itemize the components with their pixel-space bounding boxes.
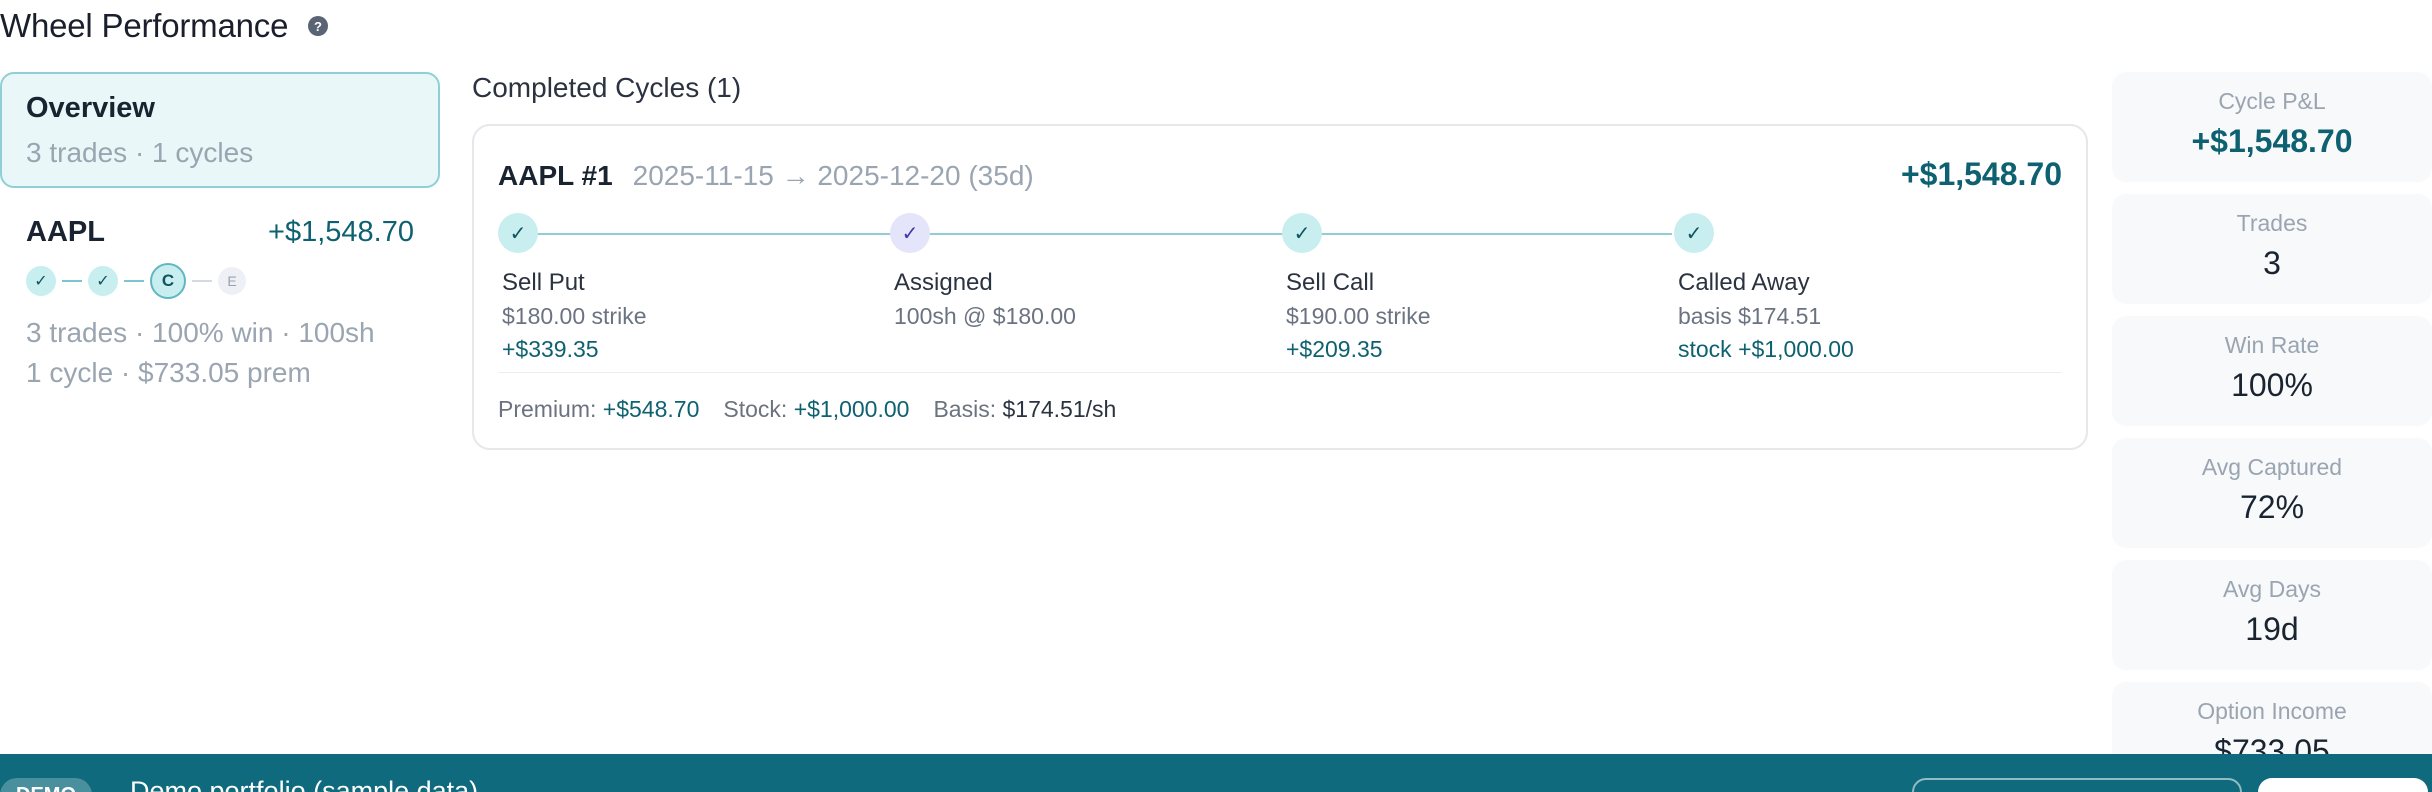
step-detail: basis $174.51 [1678, 303, 1822, 329]
step-assigned: ✓ Assigned 100sh @ $180.00 [890, 213, 1270, 330]
basis-summary: Basis: $174.51/sh [933, 396, 1116, 423]
step-connector [62, 280, 82, 282]
step-detail: 100sh @ $180.00 [894, 303, 1076, 329]
stat-value: 19d [2245, 611, 2299, 647]
cycle-summary: Premium: +$548.70 Stock: +$1,000.00 Basi… [498, 396, 1140, 423]
current-step-marker: C [150, 263, 186, 299]
ticker-symbol: AAPL [26, 216, 105, 248]
demo-badge: DEMO [0, 778, 92, 792]
stat-value: 3 [2263, 245, 2281, 281]
stat-avg-days: Avg Days 19d [2112, 560, 2432, 670]
check-icon: ✓ [890, 213, 930, 253]
banner-primary-button[interactable] [2258, 778, 2428, 792]
help-circle-icon[interactable]: ? [308, 16, 329, 36]
stat-label: Trades [2236, 210, 2308, 236]
overview-title: Overview [26, 92, 155, 124]
stats-panel: Cycle P&L +$1,548.70 Trades 3 Win Rate 1… [2112, 72, 2432, 792]
stock-label: Stock: [723, 396, 788, 422]
cycle-card[interactable]: AAPL #1 2025-11-15 → 2025-12-20 (35d) +$… [472, 124, 2088, 450]
stat-label: Option Income [2197, 698, 2347, 724]
mini-step-progress: ✓ ✓ C E [26, 263, 414, 299]
overview-card[interactable]: Overview 3 trades · 1 cycles [0, 72, 440, 188]
step-sell-call: ✓ Sell Call $190.00 strike +$209.35 [1282, 213, 1662, 363]
check-icon: ✓ [88, 266, 118, 296]
step-title: Called Away [1678, 269, 1810, 296]
cycle-name: AAPL #1 [498, 160, 613, 191]
check-icon: ✓ [26, 266, 56, 296]
divider [498, 372, 2062, 373]
step-detail: $180.00 strike [502, 303, 647, 329]
premium-label: Premium: [498, 396, 597, 422]
stat-label: Avg Captured [2201, 454, 2343, 480]
ticker-sidebar: Overview 3 trades · 1 cycles AAPL +$1,54… [0, 72, 440, 393]
page-title: Wheel Performance [0, 7, 289, 44]
demo-banner: DEMO Demo portfolio (sample data) [0, 754, 2432, 792]
pending-step-marker: E [218, 267, 246, 295]
cycle-dates: 2025-11-15 → 2025-12-20 (35d) [632, 160, 1034, 191]
stat-avg-captured: Avg Captured 72% [2112, 438, 2432, 548]
stat-value: +$1,548.70 [2191, 123, 2353, 159]
stock-summary: Stock: +$1,000.00 [723, 396, 909, 423]
check-icon: ✓ [1282, 213, 1322, 253]
page-header: Wheel Performance ? [0, 4, 329, 48]
cycle-steps: ✓ Sell Put $180.00 strike +$339.35 ✓ Ass… [498, 213, 2062, 363]
svg-text:?: ? [314, 19, 322, 33]
step-pnl: +$209.35 [1286, 336, 1383, 362]
section-title: Completed Cycles (1) [472, 72, 742, 103]
banner-secondary-button[interactable] [1912, 778, 2242, 792]
premium-value: +$548.70 [602, 396, 700, 422]
ticker-pnl: +$1,548.70 [268, 216, 414, 248]
basis-value: $174.51/sh [1002, 396, 1117, 422]
stat-trades: Trades 3 [2112, 194, 2432, 304]
ticker-meta-line1: 3 trades · 100% win · 100sh [26, 317, 375, 348]
step-pnl: +$339.35 [502, 336, 599, 362]
step-detail: $190.00 strike [1286, 303, 1431, 329]
stock-value: +$1,000.00 [793, 396, 910, 422]
step-sell-put: ✓ Sell Put $180.00 strike +$339.35 [498, 213, 878, 363]
premium-summary: Premium: +$548.70 [498, 396, 699, 423]
stat-label: Avg Days [2222, 576, 2321, 602]
step-connector [124, 280, 144, 282]
step-title: Assigned [894, 269, 993, 296]
cycle-pnl: +$1,548.70 [1900, 156, 2062, 192]
stat-value: 72% [2239, 489, 2305, 525]
stat-label: Cycle P&L [2218, 88, 2326, 114]
stat-cycle-pnl: Cycle P&L +$1,548.70 [2112, 72, 2432, 182]
check-icon: ✓ [1674, 213, 1714, 253]
main-content: Completed Cycles (1) AAPL #1 2025-11-15 … [472, 72, 2088, 450]
overview-subtitle: 3 trades · 1 cycles [26, 137, 254, 168]
ticker-meta-line2: 1 cycle · $733.05 prem [26, 357, 311, 388]
basis-label: Basis: [933, 396, 997, 422]
step-title: Sell Call [1286, 269, 1375, 296]
demo-banner-text: Demo portfolio (sample data) [130, 776, 479, 792]
stat-value: 100% [2231, 367, 2313, 403]
step-called-away: ✓ Called Away basis $174.51 stock +$1,00… [1674, 213, 2054, 363]
step-pnl: stock +$1,000.00 [1678, 336, 1854, 362]
stat-label: Win Rate [2224, 332, 2320, 358]
step-title: Sell Put [502, 269, 585, 296]
check-icon: ✓ [498, 213, 538, 253]
stat-win-rate: Win Rate 100% [2112, 316, 2432, 426]
step-connector [192, 280, 212, 282]
ticker-item-aapl[interactable]: AAPL +$1,548.70 ✓ ✓ C E 3 trades · 100% … [0, 216, 440, 393]
